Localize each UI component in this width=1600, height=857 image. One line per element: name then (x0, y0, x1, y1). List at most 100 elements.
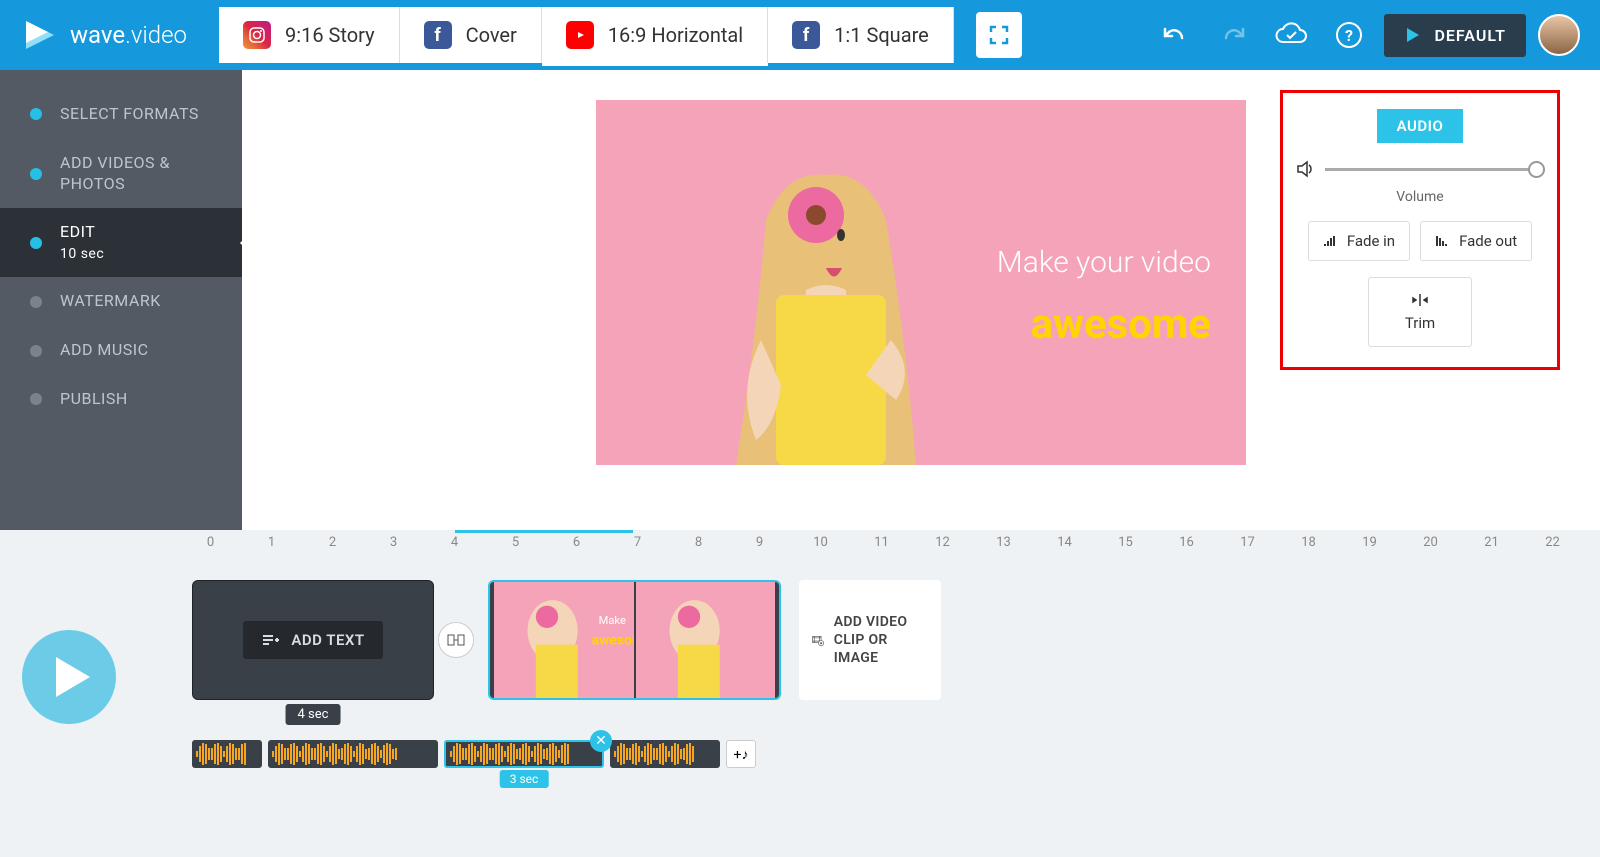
ruler-tick: 9 (729, 535, 790, 550)
ruler-tick: 2 (302, 535, 363, 550)
redo-icon (1218, 20, 1248, 50)
clip-thumb (636, 580, 776, 700)
fade-controls: Fade in Fade out (1308, 221, 1532, 261)
ruler-tick: 14 (1034, 535, 1095, 550)
sidebar-item-label: SELECT FORMATS (60, 104, 199, 123)
ruler-tick: 20 (1400, 535, 1461, 550)
fullscreen-button[interactable] (976, 12, 1022, 58)
format-tab-square[interactable]: f 1:1 Square (768, 7, 954, 63)
sidebar-item-label: WATERMARK (60, 291, 161, 310)
ruler-tick: 21 (1461, 535, 1522, 550)
ruler-tick: 3 (363, 535, 424, 550)
sidebar-item-edit[interactable]: EDIT 10 sec (0, 208, 242, 277)
timeline-ruler[interactable]: 012345678910111213141516171819202122 (0, 530, 1600, 554)
ruler-tick: 12 (912, 535, 973, 550)
clip-1[interactable]: ADD TEXT 4 sec (192, 580, 434, 700)
preview-text-2: awesome (1031, 300, 1211, 349)
add-audio-button[interactable]: +♪ (726, 740, 756, 768)
fade-in-label: Fade in (1347, 232, 1395, 250)
preview-person-graphic (666, 140, 1026, 465)
content-area: SELECT FORMATS ADD VIDEOS & PHOTOS EDIT … (0, 70, 1600, 530)
svg-text:Make: Make (599, 614, 626, 627)
trim-label: Trim (1405, 314, 1435, 332)
volume-label: Volume (1396, 189, 1443, 205)
video-preview[interactable]: Make your video awesome (596, 100, 1246, 465)
format-tab-label: Cover (466, 23, 517, 47)
default-btn-label: DEFAULT (1434, 26, 1506, 45)
format-tab-story[interactable]: 9:16 Story (219, 7, 400, 63)
sidebar-item-label: ADD VIDEOS & PHOTOS (60, 153, 170, 193)
trim-icon (1411, 292, 1429, 308)
audio-segment[interactable]: ✕3 sec (444, 740, 604, 768)
audio-segment[interactable] (192, 740, 262, 768)
format-tab-cover[interactable]: f Cover (400, 7, 542, 63)
add-clip-button[interactable]: ADD VIDEO CLIP OR IMAGE (799, 580, 941, 700)
cloud-save-button[interactable] (1268, 12, 1314, 58)
svg-text:awesome: awesome (592, 633, 634, 649)
ruler-tick: 10 (790, 535, 851, 550)
undo-icon (1160, 20, 1190, 50)
facebook-icon: f (424, 21, 452, 49)
workflow-sidebar: SELECT FORMATS ADD VIDEOS & PHOTOS EDIT … (0, 70, 242, 530)
app-header: wave.video 9:16 Story f Cover 16:9 Horiz… (0, 0, 1600, 70)
transition-icon (447, 633, 465, 647)
fade-out-label: Fade out (1459, 232, 1517, 250)
add-text-label: ADD TEXT (291, 631, 364, 649)
format-tab-label: 1:1 Square (834, 23, 929, 47)
volume-slider-row (1295, 159, 1545, 179)
ruler-tick: 22 (1522, 535, 1583, 550)
audio-segment[interactable] (610, 740, 720, 768)
transition-button[interactable] (438, 622, 474, 658)
clips-track: ADD TEXT 4 sec Makeawesome 5 sec ADD VID… (192, 580, 941, 700)
sidebar-item-add-media[interactable]: ADD VIDEOS & PHOTOS (0, 139, 242, 209)
sidebar-item-label: PUBLISH (60, 389, 128, 408)
volume-thumb[interactable] (1528, 161, 1545, 178)
ruler-tick: 18 (1278, 535, 1339, 550)
ruler-tick: 0 (180, 535, 241, 550)
format-tab-horizontal[interactable]: 16:9 Horizontal (542, 7, 768, 63)
sidebar-item-watermark[interactable]: WATERMARK (0, 277, 242, 326)
fade-in-button[interactable]: Fade in (1308, 221, 1410, 261)
logo[interactable]: wave.video (20, 15, 187, 55)
play-button[interactable] (22, 630, 116, 724)
ruler-played-segment (455, 530, 633, 533)
preview-text-1: Make your video (997, 245, 1211, 280)
audio-panel: AUDIO Volume Fade in Fade out (1280, 90, 1560, 370)
fade-out-icon (1435, 234, 1451, 248)
undo-button[interactable] (1152, 12, 1198, 58)
audio-duration: 3 sec (500, 770, 549, 788)
format-tab-label: 9:16 Story (285, 23, 375, 47)
ruler-tick: 17 (1217, 535, 1278, 550)
help-button[interactable]: ? (1326, 12, 1372, 58)
sidebar-item-publish[interactable]: PUBLISH (0, 375, 242, 424)
volume-slider[interactable] (1325, 168, 1545, 171)
ruler-tick: 4 (424, 535, 485, 550)
sidebar-item-formats[interactable]: SELECT FORMATS (0, 90, 242, 139)
ruler-tick: 5 (485, 535, 546, 550)
ruler-tick: 13 (973, 535, 1034, 550)
remove-audio-icon[interactable]: ✕ (590, 730, 612, 752)
ruler-tick: 15 (1095, 535, 1156, 550)
trim-button[interactable]: Trim (1368, 277, 1472, 347)
redo-button[interactable] (1210, 12, 1256, 58)
timeline: 012345678910111213141516171819202122 ADD… (0, 530, 1600, 857)
fade-in-icon (1323, 234, 1339, 248)
ruler-tick: 16 (1156, 535, 1217, 550)
instagram-icon (243, 21, 271, 49)
default-template-button[interactable]: DEFAULT (1384, 14, 1526, 57)
audio-tab[interactable]: AUDIO (1377, 109, 1464, 143)
logo-text-1: wave (70, 21, 125, 49)
add-clip-label: ADD VIDEO CLIP OR IMAGE (834, 613, 929, 668)
svg-text:?: ? (1346, 26, 1354, 45)
add-text-button[interactable]: ADD TEXT (243, 621, 382, 659)
sidebar-item-label: ADD MUSIC (60, 340, 149, 359)
clip-2[interactable]: Makeawesome 5 sec (488, 580, 781, 700)
audio-segment[interactable] (268, 740, 438, 768)
facebook-icon: f (792, 21, 820, 49)
volume-control: Volume (1295, 159, 1545, 205)
fade-out-button[interactable]: Fade out (1420, 221, 1532, 261)
user-avatar[interactable] (1538, 14, 1580, 56)
play-icon (1404, 26, 1422, 44)
sidebar-item-music[interactable]: ADD MUSIC (0, 326, 242, 375)
ruler-tick: 7 (607, 535, 668, 550)
